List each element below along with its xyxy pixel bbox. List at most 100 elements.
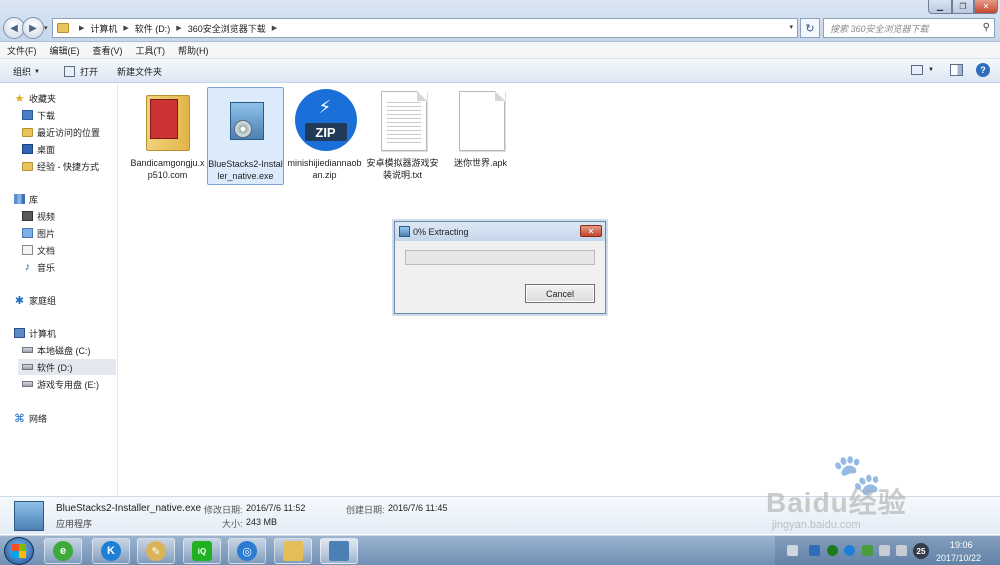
close-icon: ✕ xyxy=(587,226,595,236)
search-input[interactable]: 搜索 360安全浏览器下载 ⚲ xyxy=(823,18,995,38)
refresh-button[interactable]: ↻ xyxy=(800,18,820,38)
taskbar-app-paint[interactable]: ✎ xyxy=(137,538,175,564)
clock-time[interactable]: 19:06 xyxy=(950,540,973,550)
sidebar-computer[interactable]: 计算机 xyxy=(14,325,56,341)
file-item[interactable]: ⚡ ZIP minishijiediannaoban.zip xyxy=(286,87,363,185)
tray-badge-icon[interactable]: 25 xyxy=(913,543,929,559)
installer-icon xyxy=(329,541,349,561)
sidebar-favorites-label: 收藏夹 xyxy=(29,93,57,104)
breadcrumb-current-folder[interactable]: 360安全浏览器下载 xyxy=(188,22,266,35)
shield-icon[interactable] xyxy=(809,545,820,556)
sidebar-item-label: 软件 (D:) xyxy=(37,362,73,373)
address-bar[interactable]: ▶ 计算机 ▶ 软件 (D:) ▶ 360安全浏览器下载 ▶ ▾ xyxy=(52,18,798,38)
paint-icon: ✎ xyxy=(146,541,166,561)
search-icon[interactable]: ⚲ xyxy=(983,22,990,33)
sidebar-libraries[interactable]: 库 xyxy=(14,191,38,207)
dialog-title: 0% Extracting xyxy=(413,226,469,237)
sidebar-item-pictures[interactable]: 图片 xyxy=(22,225,55,241)
file-item[interactable]: Bandicamgongju.xp510.com xyxy=(129,87,206,185)
volume-icon[interactable] xyxy=(896,545,907,556)
taskbar-app-network[interactable]: ◎ xyxy=(228,538,266,564)
close-button[interactable]: ✕ xyxy=(974,0,998,14)
file-item[interactable]: BlueStacks2-Installer_native.exe xyxy=(207,87,284,185)
computer-icon xyxy=(14,328,25,338)
start-button[interactable] xyxy=(4,537,34,565)
preview-pane-icon[interactable] xyxy=(950,64,963,76)
details-file-name: BlueStacks2-Installer_native.exe xyxy=(56,503,202,514)
document-icon xyxy=(22,245,33,255)
installer-icon xyxy=(399,226,410,237)
chevron-right-icon[interactable]: ▶ xyxy=(79,24,84,32)
minimize-button[interactable]: ▁ xyxy=(928,0,952,14)
sidebar-item-label: 音乐 xyxy=(37,262,56,273)
taskbar-app-explorer[interactable] xyxy=(274,538,312,564)
globe-icon: ◎ xyxy=(237,541,257,561)
sidebar-item-downloads[interactable]: 下载 xyxy=(22,107,55,123)
dialog-close-button[interactable]: ✕ xyxy=(580,225,602,237)
breadcrumb-drive-d[interactable]: 软件 (D:) xyxy=(135,22,171,35)
sidebar-item-drive-d[interactable]: 软件 (D:) xyxy=(18,359,116,375)
installer-icon xyxy=(216,90,276,154)
sidebar-homegroup[interactable]: ✱ 家庭组 xyxy=(14,292,56,308)
text-file-icon xyxy=(373,89,433,153)
chevron-right-icon[interactable]: ▶ xyxy=(176,24,181,32)
sidebar-item-drive-e[interactable]: 游戏专用盘 (E:) xyxy=(22,376,99,392)
taskbar-app-iqiyi[interactable]: iQ xyxy=(183,538,221,564)
sidebar-item-label: 视频 xyxy=(37,211,56,222)
change-view-icon[interactable] xyxy=(911,65,923,75)
forward-button[interactable]: ▶ xyxy=(22,17,44,39)
modified-date-value: 2016/7/6 11:52 xyxy=(246,503,306,513)
menu-help[interactable]: 帮助(H) xyxy=(178,44,209,57)
iqiyi-icon: iQ xyxy=(192,541,212,561)
sidebar-item-jingyan-shortcut[interactable]: 经验 - 快捷方式 xyxy=(22,158,99,174)
chevron-right-icon[interactable]: ▶ xyxy=(123,24,128,32)
organize-button[interactable]: 组织 ▼ xyxy=(13,65,40,78)
keyboard-icon[interactable] xyxy=(787,545,798,556)
file-name: 迷你世界.apk xyxy=(453,158,507,168)
new-folder-button[interactable]: 新建文件夹 xyxy=(117,65,162,78)
drive-icon xyxy=(22,364,33,370)
download-folder-icon xyxy=(22,110,33,120)
taskbar-app-kugou[interactable]: K xyxy=(92,538,130,564)
open-button[interactable]: 打开 xyxy=(64,65,98,78)
network-status-icon[interactable] xyxy=(879,545,890,556)
clock-date[interactable]: 2017/10/22 xyxy=(936,553,981,563)
view-options-dropdown[interactable]: ▼ xyxy=(928,67,934,73)
recent-pages-dropdown[interactable]: ▾ xyxy=(44,24,48,32)
sidebar-item-documents[interactable]: 文档 xyxy=(22,242,55,258)
taskbar-app-installer[interactable] xyxy=(320,538,358,564)
breadcrumb-computer[interactable]: 计算机 xyxy=(90,22,117,35)
folder-icon xyxy=(138,89,198,153)
menu-view[interactable]: 查看(V) xyxy=(93,44,123,57)
menu-file[interactable]: 文件(F) xyxy=(7,44,37,57)
extracting-dialog: 0% Extracting ✕ Cancel xyxy=(394,221,606,314)
drive-icon xyxy=(22,381,33,387)
menu-tools[interactable]: 工具(T) xyxy=(136,44,166,57)
sidebar-item-desktop[interactable]: 桌面 xyxy=(22,141,55,157)
library-icon xyxy=(14,194,25,204)
file-item[interactable]: 迷你世界.apk xyxy=(442,87,519,185)
file-item[interactable]: 安卓模拟器游戏安装说明.txt xyxy=(364,87,441,185)
sidebar-item-drive-c[interactable]: 本地磁盘 (C:) xyxy=(22,342,91,358)
security-icon[interactable] xyxy=(862,545,873,556)
sidebar-computer-label: 计算机 xyxy=(29,328,57,339)
kugou-tray-icon[interactable] xyxy=(844,545,855,556)
size-value: 243 MB xyxy=(246,517,278,527)
sidebar-item-recent[interactable]: 最近访问的位置 xyxy=(22,124,100,140)
sidebar-item-music[interactable]: ♪ 音乐 xyxy=(22,259,55,275)
maximize-button[interactable]: ❐ xyxy=(952,0,974,14)
created-date-label: 创建日期: xyxy=(346,505,385,515)
green-circle-icon[interactable] xyxy=(827,545,838,556)
help-icon[interactable]: ? xyxy=(976,63,990,77)
taskbar-app-360-browser[interactable]: e xyxy=(44,538,82,564)
chevron-right-icon[interactable]: ▶ xyxy=(272,24,277,32)
menu-edit[interactable]: 编辑(E) xyxy=(50,44,80,57)
sidebar-item-videos[interactable]: 视频 xyxy=(22,208,55,224)
address-dropdown-icon[interactable]: ▾ xyxy=(789,23,793,31)
sidebar-network[interactable]: ⌘ 网络 xyxy=(14,410,47,426)
installer-icon xyxy=(14,501,44,531)
sidebar-favorites[interactable]: ★ 收藏夹 xyxy=(14,90,56,106)
navigation-pane: ★ 收藏夹 下载 最近访问的位置 桌面 经验 - 快捷方式 库 视频 图片 文档… xyxy=(0,84,118,496)
cancel-button[interactable]: Cancel xyxy=(525,284,595,303)
file-name: Bandicamgongju.xp510.com xyxy=(130,158,205,180)
